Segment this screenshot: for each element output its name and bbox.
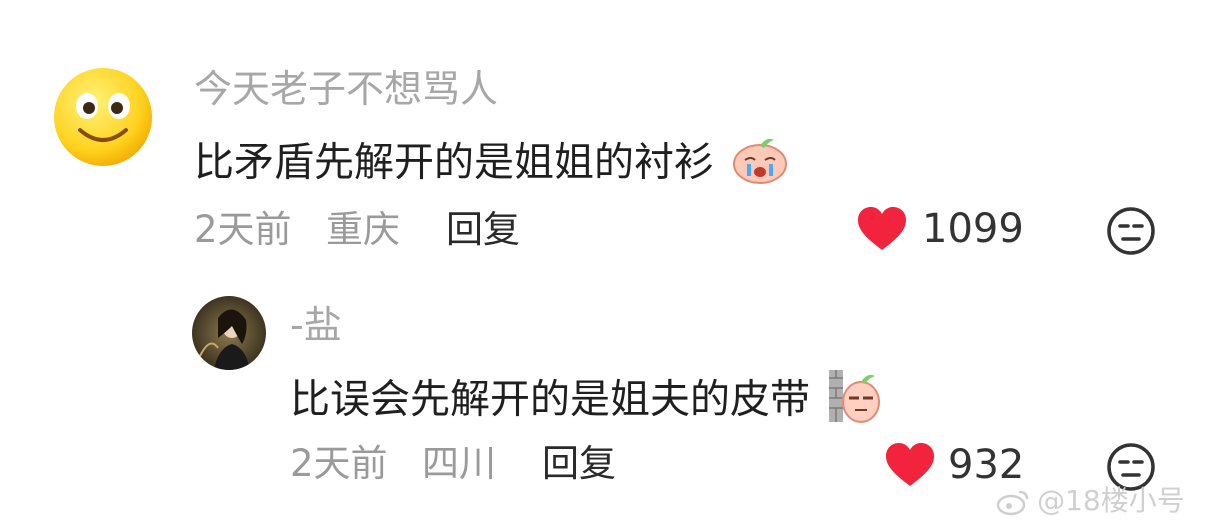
reply-text-body: 比误会先解开的是姐夫的皮带 bbox=[290, 376, 810, 423]
comment-text-body: 比矛盾先解开的是姐姐的衬衫 bbox=[194, 139, 714, 186]
profile-photo-icon bbox=[192, 296, 266, 370]
peeking-peach-emoji-icon bbox=[827, 368, 881, 435]
reply-username[interactable]: -盐 bbox=[290, 302, 342, 348]
meh-face-icon bbox=[1107, 207, 1155, 255]
reply-time: 2天前 bbox=[290, 442, 388, 485]
comment-text: 比矛盾先解开的是姐姐的衬衫 bbox=[194, 134, 789, 195]
watermark-text: @18楼小号 bbox=[1037, 484, 1185, 517]
reply-button[interactable]: 回复 bbox=[446, 208, 520, 252]
watermark: @18楼小号 bbox=[996, 484, 1185, 518]
heart-icon bbox=[856, 206, 908, 256]
like-count: 1099 bbox=[922, 206, 1024, 252]
reply-like-count: 932 bbox=[948, 442, 1025, 488]
comment-location: 重庆 bbox=[326, 208, 400, 251]
dislike-button[interactable] bbox=[1106, 206, 1156, 260]
like-button[interactable]: 1099 bbox=[856, 204, 1036, 256]
heart-icon bbox=[884, 442, 936, 492]
crying-peach-emoji-icon bbox=[731, 134, 789, 195]
user-avatar[interactable] bbox=[52, 66, 154, 168]
reply-reply-button[interactable]: 回复 bbox=[542, 442, 616, 486]
reply-location: 四川 bbox=[422, 442, 496, 485]
reply-text: 比误会先解开的是姐夫的皮带 bbox=[290, 368, 881, 435]
comment-time: 2天前 bbox=[194, 208, 292, 251]
comment-username[interactable]: 今天老子不想骂人 bbox=[194, 66, 498, 112]
smiley-icon bbox=[54, 68, 152, 166]
reply-user-avatar[interactable] bbox=[192, 296, 266, 370]
weibo-logo-icon bbox=[996, 490, 1029, 516]
